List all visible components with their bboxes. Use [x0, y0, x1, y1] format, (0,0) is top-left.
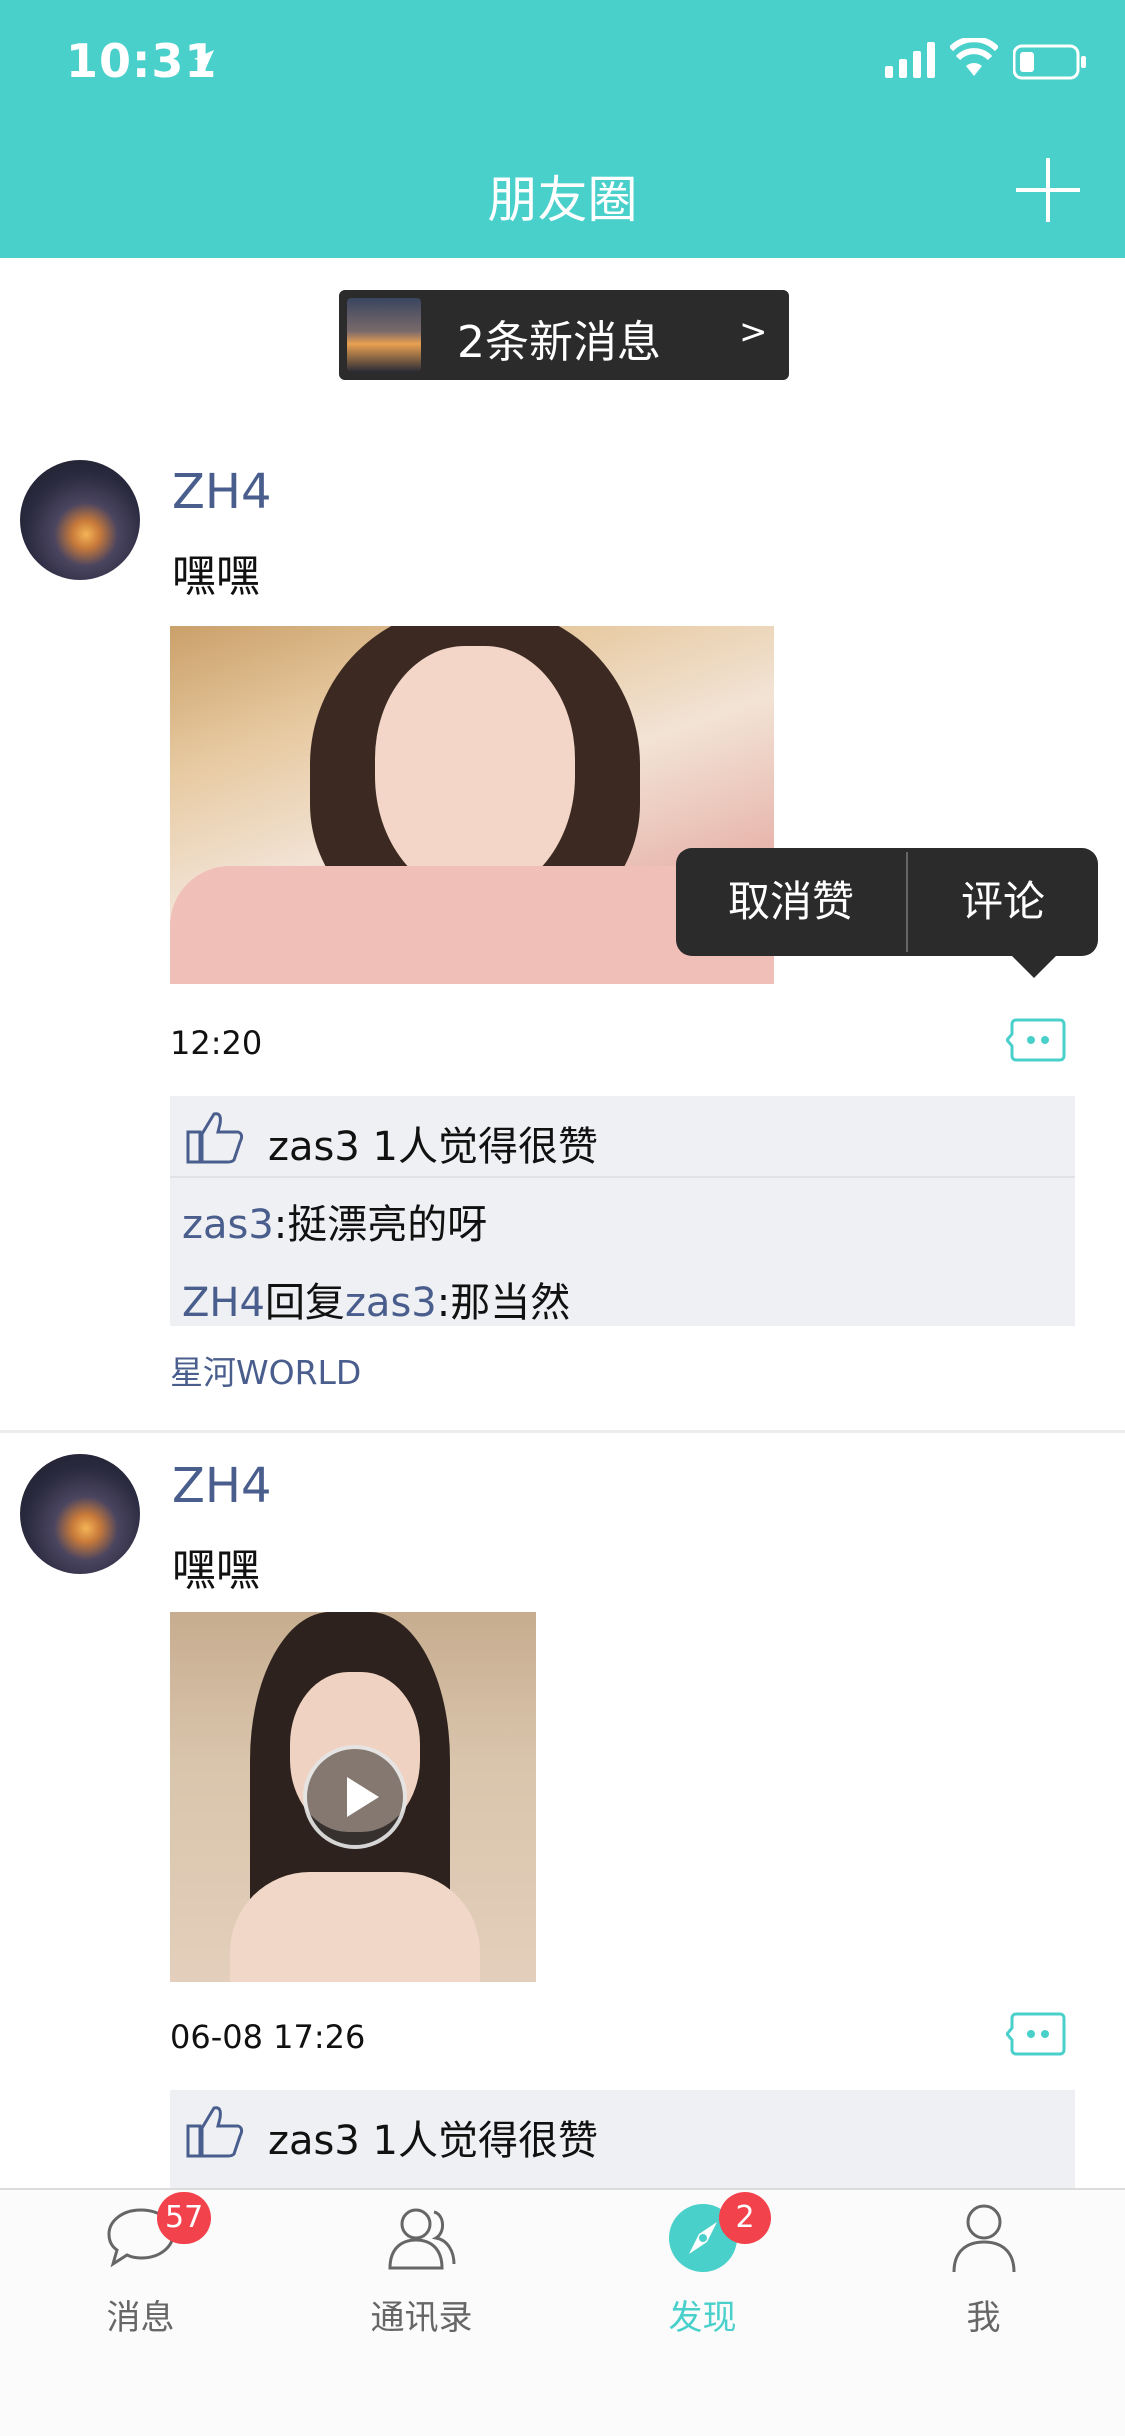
post-text: 嘿嘿: [172, 1545, 260, 1596]
tab-bar: 57 消息 通讯录 2 发现 我: [0, 2188, 1125, 2436]
thumbs-up-icon: [186, 2106, 244, 2158]
battery-icon: [1013, 44, 1086, 80]
post-source[interactable]: 星河WORLD: [170, 1346, 361, 1394]
nav-header: 10:31 朋友圈: [0, 0, 1125, 258]
photo-face: [375, 646, 575, 896]
unlike-button[interactable]: 取消赞: [676, 848, 906, 956]
tab-label: 我: [966, 2298, 1001, 2338]
comment-menu-icon[interactable]: [1006, 1016, 1066, 1064]
comment-author[interactable]: zas3: [182, 1202, 274, 1248]
tab-me[interactable]: 我: [843, 2190, 1124, 2390]
comment-item[interactable]: zas3:挺漂亮的呀: [182, 1192, 487, 1250]
location-arrow-icon: [194, 50, 214, 70]
unread-badge: 57: [157, 2192, 212, 2244]
like-summary: zas3 1人觉得很赞: [268, 1124, 598, 1170]
tab-messages[interactable]: 57 消息: [0, 2190, 281, 2390]
chevron-right-icon: >: [739, 312, 768, 352]
post-video-thumbnail[interactable]: [170, 1612, 536, 1982]
wifi-icon: [950, 38, 998, 76]
comment-text: :那当然: [436, 1280, 571, 1326]
post-avatar[interactable]: [20, 1454, 140, 1574]
discover-badge: 2: [719, 2192, 771, 2244]
post-time: 12:20: [170, 1024, 263, 1062]
post-avatar[interactable]: [20, 460, 140, 580]
post-time: 06-08 17:26: [170, 2018, 366, 2056]
new-message-text: 2条新消息: [457, 317, 661, 368]
photo-body: [230, 1872, 480, 1982]
tab-label: 通讯录: [370, 2298, 473, 2338]
add-post-button[interactable]: [1016, 158, 1080, 222]
thumbs-up-icon: [186, 1112, 244, 1164]
comment-text: :挺漂亮的呀: [273, 1202, 488, 1248]
tab-discover[interactable]: 2 发现: [562, 2190, 843, 2390]
tab-label: 发现: [668, 2298, 737, 2338]
person-icon: [952, 2204, 1016, 2273]
new-message-avatar: [347, 298, 421, 372]
like-summary: zas3 1人觉得很赞: [268, 2118, 598, 2164]
play-icon[interactable]: [303, 1745, 407, 1849]
comment-reply-to[interactable]: zas3: [345, 1280, 437, 1326]
comment-item[interactable]: ZH4回复zas3:那当然: [182, 1270, 570, 1328]
cellular-signal-icon: [885, 42, 935, 78]
post-text: 嘿嘿: [172, 551, 260, 602]
panel-divider: [170, 1176, 1075, 1178]
reply-label: 回复: [264, 1280, 345, 1326]
comment-author[interactable]: ZH4: [182, 1280, 265, 1326]
interaction-panel: zas3 1人觉得很赞 zas3:挺漂亮的呀 ZH4回复zas3:那当然: [170, 1096, 1075, 1326]
post-author[interactable]: ZH4: [172, 1458, 272, 1514]
page-title: 朋友圈: [487, 171, 638, 229]
comment-button[interactable]: 评论: [908, 848, 1098, 956]
post-separator: [0, 1430, 1125, 1433]
action-popup: 取消赞 评论: [676, 848, 1098, 978]
comment-menu-icon[interactable]: [1006, 2010, 1066, 2058]
tab-contacts[interactable]: 通讯录: [281, 2190, 562, 2390]
post-author[interactable]: ZH4: [172, 464, 272, 520]
contacts-icon: [388, 2208, 456, 2270]
interaction-panel: zas3 1人觉得很赞: [170, 2090, 1075, 2188]
tab-label: 消息: [106, 2298, 175, 2338]
new-message-banner[interactable]: 2条新消息 >: [339, 290, 789, 380]
